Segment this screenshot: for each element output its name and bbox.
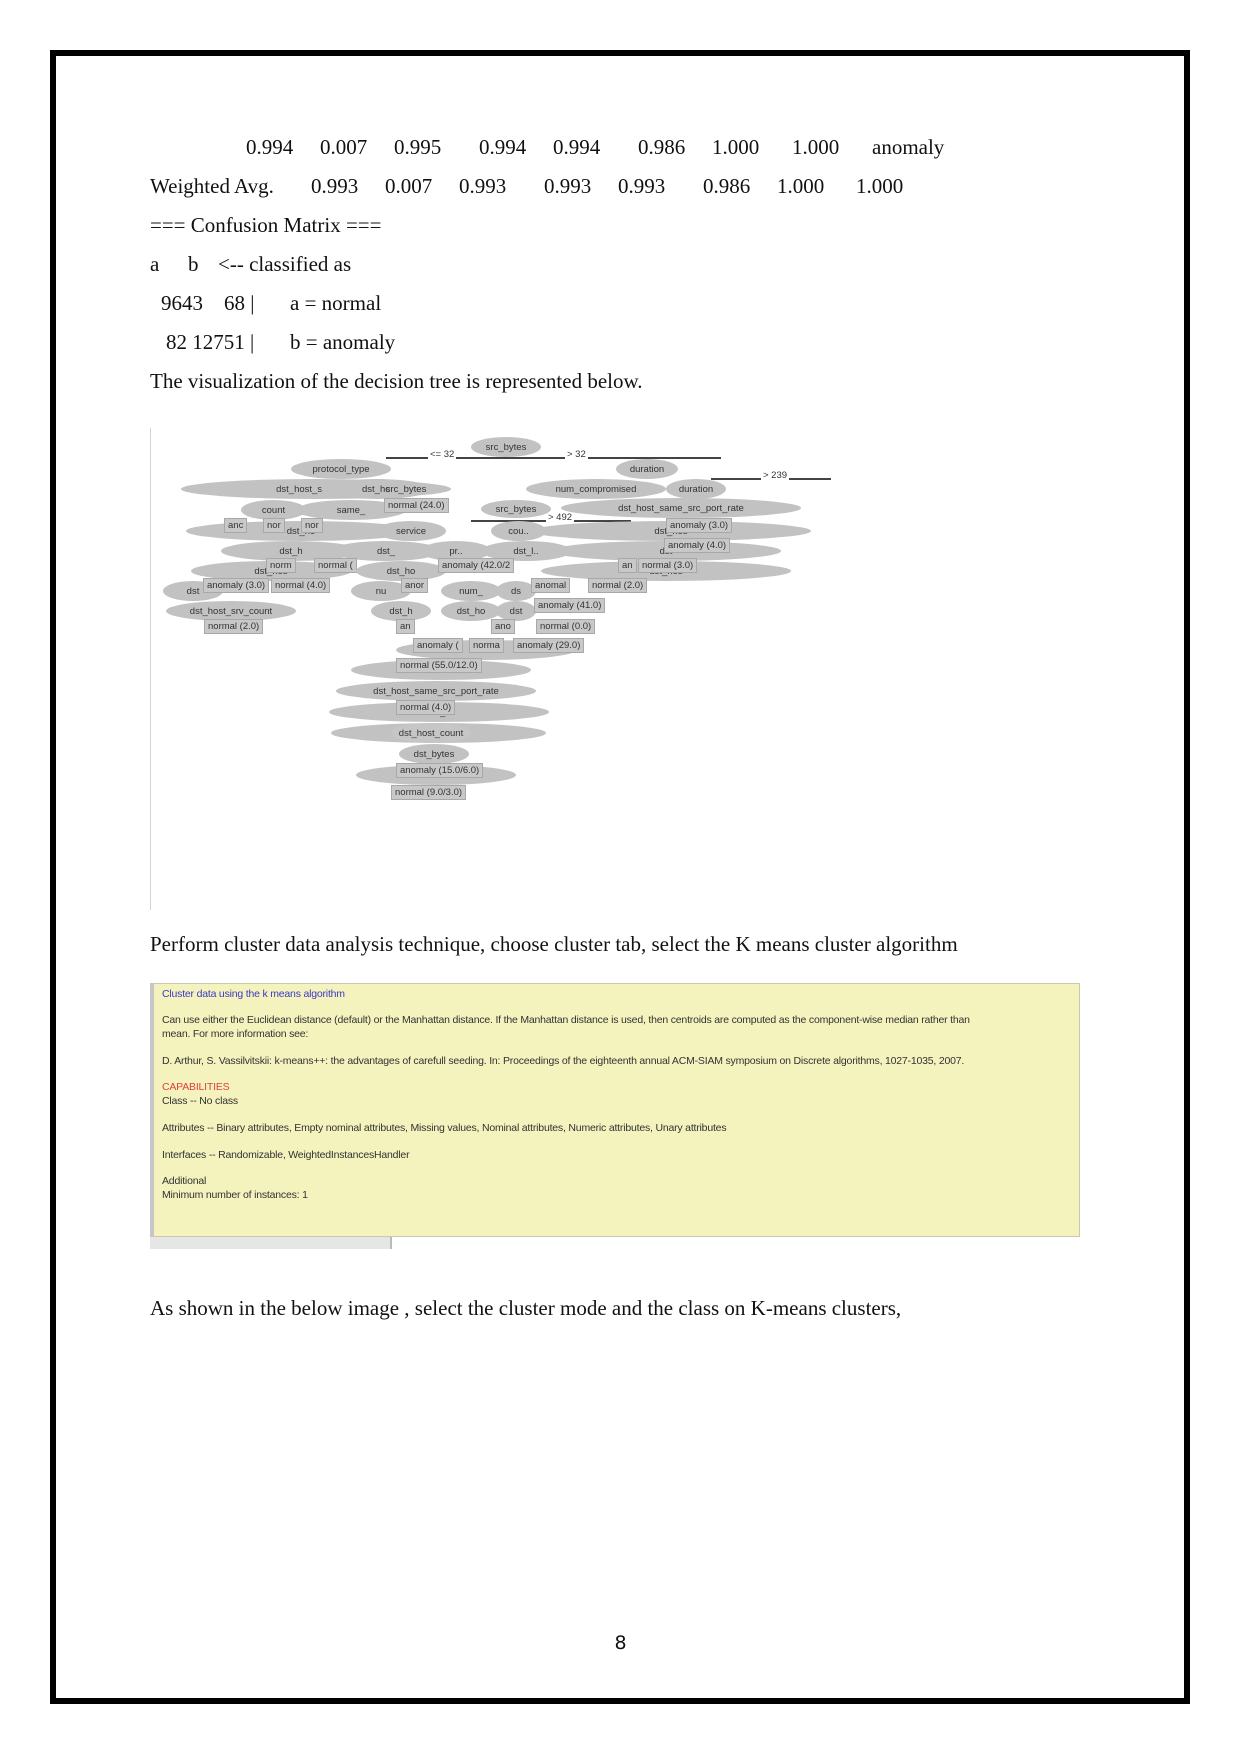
col-b: b bbox=[188, 252, 199, 276]
tree-node: dst_ho bbox=[441, 601, 501, 621]
tree-leaf: normal (0.0) bbox=[536, 619, 596, 634]
tree-leaf: normal (4.0) bbox=[396, 700, 456, 715]
row-label: b = anomaly bbox=[290, 330, 396, 354]
tree-node: duration bbox=[616, 459, 678, 479]
tp-rate: 0.994 bbox=[246, 135, 294, 159]
tree-leaf: normal (24.0) bbox=[384, 498, 449, 513]
tree-node: src_bytes bbox=[481, 500, 551, 518]
fp-rate: 0.007 bbox=[385, 174, 433, 198]
panel-scroll-edge bbox=[150, 1237, 392, 1249]
kmeans-info-panel: Cluster data using the k means algorithm… bbox=[150, 983, 1080, 1237]
edge-label: > 239 bbox=[761, 470, 790, 481]
kmeans-reference: D. Arthur, S. Vassilvitskii: k-means++: … bbox=[162, 1055, 965, 1067]
confusion-matrix-heading: === Confusion Matrix === bbox=[150, 213, 382, 237]
precision: 0.993 bbox=[459, 174, 507, 198]
edge-label: <= 32 bbox=[428, 449, 457, 460]
tree-leaf: norma bbox=[469, 638, 504, 653]
recall: 0.993 bbox=[544, 174, 592, 198]
tp-rate: 0.993 bbox=[311, 174, 359, 198]
col-a: a bbox=[150, 252, 160, 276]
tree-leaf: anomaly ( bbox=[413, 638, 463, 653]
recall: 0.994 bbox=[479, 135, 527, 159]
tree-leaf: anomaly (3.0) bbox=[666, 518, 733, 533]
confusion-row-anomaly: 82 12751 | b = anomaly bbox=[0, 330, 1241, 354]
roc-area: 1.000 bbox=[777, 174, 825, 198]
tree-node: dst_host_same_src_port_rate bbox=[336, 681, 536, 701]
tree-leaf: anomaly (3.0) bbox=[203, 578, 270, 593]
anomaly-accuracy-row: 0.994 0.007 0.995 0.994 0.994 0.986 1.00… bbox=[0, 135, 1241, 159]
tree-leaf: anomaly (42.0/2 bbox=[438, 558, 515, 573]
f-measure: 0.993 bbox=[618, 174, 666, 198]
roc-area: 1.000 bbox=[712, 135, 760, 159]
tree-leaf: normal (2.0) bbox=[588, 578, 648, 593]
precision: 0.995 bbox=[394, 135, 442, 159]
row-values: 9643 68 | bbox=[161, 291, 255, 315]
capabilities-heading: CAPABILITIES bbox=[162, 1081, 230, 1093]
tree-node: duration bbox=[666, 479, 726, 499]
tree-leaf: normal (2.0) bbox=[204, 619, 264, 634]
tree-node: src_bytes bbox=[471, 437, 541, 457]
decision-tree-image: <= 32 > 32 > 239 > 492 src_bytes protoco… bbox=[150, 428, 831, 910]
f-measure: 0.994 bbox=[553, 135, 601, 159]
tree-leaf: nor bbox=[263, 518, 285, 533]
confusion-row-normal: 9643 68 | a = normal bbox=[0, 291, 1241, 315]
class-label: anomaly bbox=[872, 135, 945, 159]
tree-intro-paragraph: The visualization of the decision tree i… bbox=[150, 369, 643, 393]
tree-node: ds bbox=[496, 581, 536, 601]
kmeans-description-line-1: Can use either the Euclidean distance (d… bbox=[162, 1014, 970, 1026]
page-number: 8 bbox=[614, 1632, 627, 1654]
tree-node: num_compromised bbox=[526, 479, 666, 499]
tree-leaf: anomal bbox=[531, 578, 571, 593]
kmeans-description-line-2: mean. For more information see: bbox=[162, 1028, 309, 1040]
tree-leaf: anc bbox=[224, 518, 248, 533]
tree-node: dst bbox=[496, 601, 536, 621]
cluster-intro-paragraph: Perform cluster data analysis technique,… bbox=[150, 932, 958, 956]
tree-node: dst_host_srv_count bbox=[166, 601, 296, 621]
prc-area: 1.000 bbox=[792, 135, 840, 159]
tree-leaf: normal ( bbox=[314, 558, 357, 573]
prc-area: 1.000 bbox=[856, 174, 904, 198]
tree-node: num_ bbox=[441, 581, 501, 601]
interfaces-capability: Interfaces -- Randomizable, WeightedInst… bbox=[162, 1149, 410, 1161]
row-values: 82 12751 | bbox=[166, 330, 255, 354]
tree-node: dst_h bbox=[371, 601, 431, 621]
tree-leaf: nor bbox=[301, 518, 323, 533]
class-capability: Class -- No class bbox=[162, 1095, 238, 1107]
tree-leaf: normal (3.0) bbox=[638, 558, 698, 573]
tree-leaf: norm bbox=[266, 558, 296, 573]
tree-leaf: anomaly (41.0) bbox=[534, 598, 606, 613]
attributes-capability: Attributes -- Binary attributes, Empty n… bbox=[162, 1122, 727, 1134]
tree-leaf: anomaly (15.0/6.0) bbox=[396, 763, 484, 778]
kmeans-title: Cluster data using the k means algorithm bbox=[162, 988, 345, 1000]
tree-leaf: anomaly (29.0) bbox=[513, 638, 585, 653]
edge-label: > 32 bbox=[565, 449, 588, 460]
tree-node: dst_host_same_src_port_rate bbox=[561, 498, 801, 518]
row-label: a = normal bbox=[290, 291, 382, 315]
tree-node: src_bytes bbox=[385, 483, 427, 495]
tree-leaf: anomaly (4.0) bbox=[664, 538, 731, 553]
mcc: 0.986 bbox=[638, 135, 686, 159]
cluster-mode-paragraph: As shown in the below image , select the… bbox=[150, 1296, 902, 1320]
tree-leaf: anor bbox=[401, 578, 429, 593]
tree-edge bbox=[611, 457, 721, 459]
additional-heading: Additional bbox=[162, 1175, 207, 1187]
edge-label: > 492 bbox=[546, 512, 575, 523]
fp-rate: 0.007 bbox=[320, 135, 368, 159]
min-instances: Minimum number of instances: 1 bbox=[162, 1189, 308, 1201]
tree-node: dst_bytes bbox=[399, 744, 469, 764]
tree-leaf: normal (9.0/3.0) bbox=[391, 785, 467, 800]
tree-node: service bbox=[376, 521, 446, 541]
weighted-avg-label: Weighted Avg. bbox=[150, 174, 274, 198]
tree-leaf: an bbox=[396, 619, 415, 634]
classified-as-caption: <-- classified as bbox=[218, 252, 352, 276]
mcc: 0.986 bbox=[703, 174, 751, 198]
tree-leaf: ano bbox=[491, 619, 515, 634]
weighted-avg-row: Weighted Avg. 0.993 0.007 0.993 0.993 0.… bbox=[0, 174, 1241, 198]
confusion-matrix-header: a b <-- classified as bbox=[0, 252, 1241, 276]
tree-leaf: normal (4.0) bbox=[271, 578, 331, 593]
tree-leaf: an bbox=[618, 558, 637, 573]
tree-node: dst_host_count bbox=[391, 723, 471, 743]
tree-leaf: normal (55.0/12.0) bbox=[396, 658, 482, 673]
tree-node: protocol_type bbox=[291, 459, 391, 479]
